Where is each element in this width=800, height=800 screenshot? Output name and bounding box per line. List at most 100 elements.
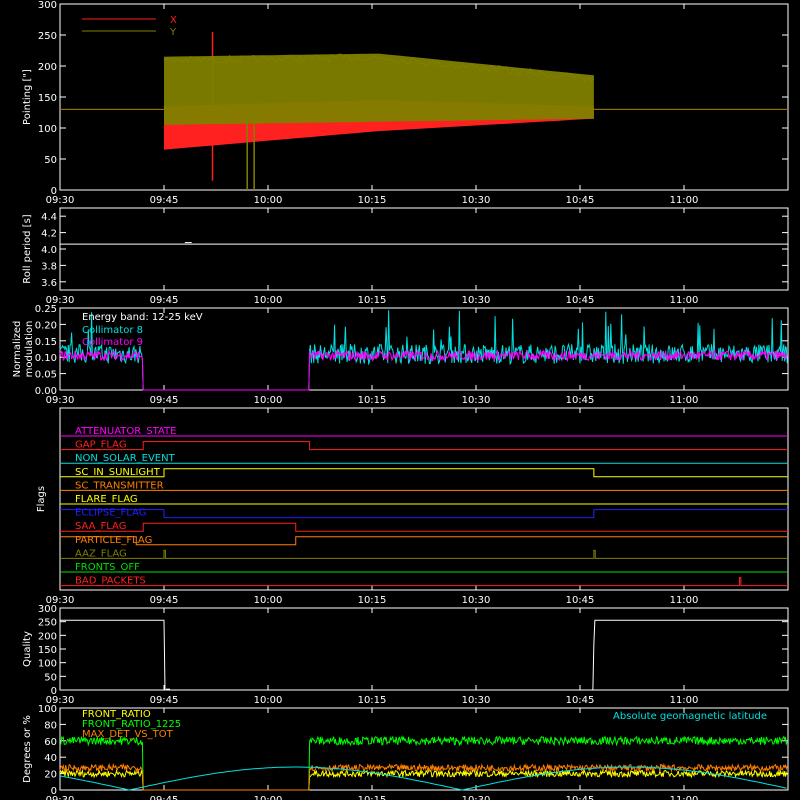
x-tick-label: 10:00 bbox=[254, 795, 283, 800]
y-tick-label: 0 bbox=[51, 186, 57, 197]
y-tick-label: 50 bbox=[44, 672, 57, 683]
y-tick-label: 100 bbox=[38, 704, 57, 715]
y-tick-label: 0.25 bbox=[35, 304, 57, 315]
flag-label: ECLIPSE_FLAG bbox=[75, 508, 146, 519]
y-tick-label: 200 bbox=[38, 62, 57, 73]
y-tick-label: 150 bbox=[38, 93, 57, 104]
y-tick-label: 0.15 bbox=[35, 337, 57, 348]
flag-label: PARTICLE_FLAG bbox=[75, 535, 152, 546]
ratio-series-4 bbox=[59, 766, 787, 791]
x-tick-label: 09:45 bbox=[150, 595, 179, 606]
flag-label: SC_IN_SUNLIGHT bbox=[75, 467, 161, 478]
flag-trace-aaz_flag bbox=[60, 549, 788, 559]
x-tick-label: 09:45 bbox=[150, 795, 179, 800]
y-tick-label: 0.00 bbox=[35, 386, 57, 397]
x-tick-label: 10:15 bbox=[358, 795, 387, 800]
y-axis-label: Flags bbox=[36, 486, 47, 512]
x-tick-label: 10:45 bbox=[566, 695, 595, 706]
flag-label: GAP_FLAG bbox=[75, 440, 127, 451]
x-tick-label: 10:30 bbox=[462, 295, 491, 306]
x-tick-label: 11:00 bbox=[670, 695, 699, 706]
y-tick-label: 20 bbox=[44, 770, 57, 781]
flag-trace-saa_flag bbox=[60, 522, 788, 532]
y-tick-label: 4.0 bbox=[41, 245, 57, 256]
x-tick-label: 10:00 bbox=[254, 195, 283, 206]
y-tick-label: 0.20 bbox=[35, 320, 57, 331]
x-tick-label: 10:45 bbox=[566, 595, 595, 606]
modulation-series-2 bbox=[59, 348, 788, 391]
panel-3: 09:30 09:45 10:00 10:15 10:30 10:45 11:000.000… bbox=[12, 304, 789, 406]
y-tick-label: 0 bbox=[51, 686, 57, 697]
y-tick-label: 200 bbox=[38, 631, 57, 642]
panel-6: 09:3009:4510:0010:1510:3010:4511:0002040… bbox=[22, 704, 789, 800]
legend-label: Collimator 8 bbox=[82, 325, 143, 336]
y-tick-label: 50 bbox=[44, 155, 57, 166]
y-tick-label: 0.10 bbox=[35, 353, 57, 364]
panel-frame bbox=[59, 207, 789, 291]
legend-label: X bbox=[170, 15, 177, 26]
flag-label: BAD_PACKETS bbox=[75, 576, 146, 587]
flag-label: SC_TRANSMITTER bbox=[75, 480, 164, 491]
y-tick-label: 60 bbox=[44, 737, 57, 748]
latitude-annotation: Absolute geomagnetic latitude bbox=[613, 711, 767, 722]
y-axis-label: Pointing ["] bbox=[22, 69, 33, 125]
panel-2: 09:30 09:45 10:00 10:15 10:30 10:45 11:003.63.… bbox=[22, 207, 789, 306]
x-tick-label: 10:15 bbox=[358, 195, 387, 206]
x-tick-label: 10:15 bbox=[358, 395, 387, 406]
quality-trace bbox=[60, 619, 788, 691]
flag-trace-bad_packets bbox=[60, 577, 788, 587]
series-band-Y bbox=[164, 53, 594, 125]
y-axis-label: Quality bbox=[22, 631, 33, 667]
x-tick-label: 10:15 bbox=[358, 295, 387, 306]
flag-trace-gap_flag bbox=[60, 441, 788, 451]
legend-label: Collimator 9 bbox=[82, 337, 143, 348]
x-tick-label: 10:30 bbox=[462, 695, 491, 706]
y-tick-label: 4.4 bbox=[41, 212, 57, 223]
y-axis-label: Normalized bbox=[12, 321, 23, 378]
x-tick-label: 10:15 bbox=[358, 695, 387, 706]
x-tick-label: 10:00 bbox=[254, 295, 283, 306]
x-tick-label: 10:15 bbox=[358, 595, 387, 606]
x-tick-label: 09:45 bbox=[150, 695, 179, 706]
x-tick-label: 10:00 bbox=[254, 695, 283, 706]
flag-label: NON_SOLAR_EVENT bbox=[75, 453, 176, 464]
x-tick-label: 10:00 bbox=[254, 395, 283, 406]
x-tick-label: 10:45 bbox=[566, 795, 595, 800]
x-tick-label: 11:00 bbox=[670, 295, 699, 306]
y-tick-label: 3.8 bbox=[41, 261, 57, 272]
x-tick-label: 10:45 bbox=[566, 195, 595, 206]
flag-label: AAZ_FLAG bbox=[75, 548, 127, 559]
y-tick-label: 3.6 bbox=[41, 278, 57, 289]
panel-1: 09:30 09:45 10:00 10:15 10:30 10:45 11:0005010… bbox=[22, 0, 789, 206]
y-tick-label: 300 bbox=[38, 604, 57, 615]
panel-5: 09:30 09:45 10:00 10:15 10:30 10:45 11:0005010… bbox=[22, 604, 789, 706]
y-axis-label: Degrees or % bbox=[22, 715, 33, 783]
x-tick-label: 09:45 bbox=[150, 195, 179, 206]
flag-trace-eclipse_flag bbox=[60, 509, 788, 519]
y-axis-label: Roll period [s] bbox=[22, 214, 33, 283]
x-tick-label: 11:00 bbox=[670, 595, 699, 606]
y-tick-label: 100 bbox=[38, 124, 57, 135]
y-tick-label: 80 bbox=[44, 720, 57, 731]
x-tick-label: 09:45 bbox=[150, 295, 179, 306]
energy-band-annotation: Energy band: 12-25 keV bbox=[82, 312, 203, 323]
flag-label: FRONTS_OFF bbox=[75, 562, 140, 573]
panel-4: 09:30 09:45 10:00 10:15 10:30 10:45 11:00Flags… bbox=[36, 407, 789, 606]
flag-label: SAA_FLAG bbox=[75, 521, 126, 532]
legend-label: Y bbox=[169, 27, 177, 38]
x-tick-label: 10:30 bbox=[462, 395, 491, 406]
y-tick-label: 250 bbox=[38, 31, 57, 42]
y-tick-label: 150 bbox=[38, 645, 57, 656]
x-tick-label: 10:30 bbox=[462, 595, 491, 606]
legend-label: MAX_DET_VS_TOT bbox=[82, 729, 174, 740]
x-tick-label: 11:00 bbox=[670, 195, 699, 206]
x-tick-label: 10:30 bbox=[462, 195, 491, 206]
x-tick-label: 10:00 bbox=[254, 595, 283, 606]
x-tick-label: 11:00 bbox=[670, 795, 699, 800]
x-tick-label: 10:45 bbox=[566, 295, 595, 306]
y-tick-label: 300 bbox=[38, 0, 57, 11]
y-tick-label: 0 bbox=[51, 786, 57, 797]
x-tick-label: 10:45 bbox=[566, 395, 595, 406]
flag-trace-sc_in_sunlight bbox=[60, 468, 788, 478]
y-tick-label: 250 bbox=[38, 618, 57, 629]
